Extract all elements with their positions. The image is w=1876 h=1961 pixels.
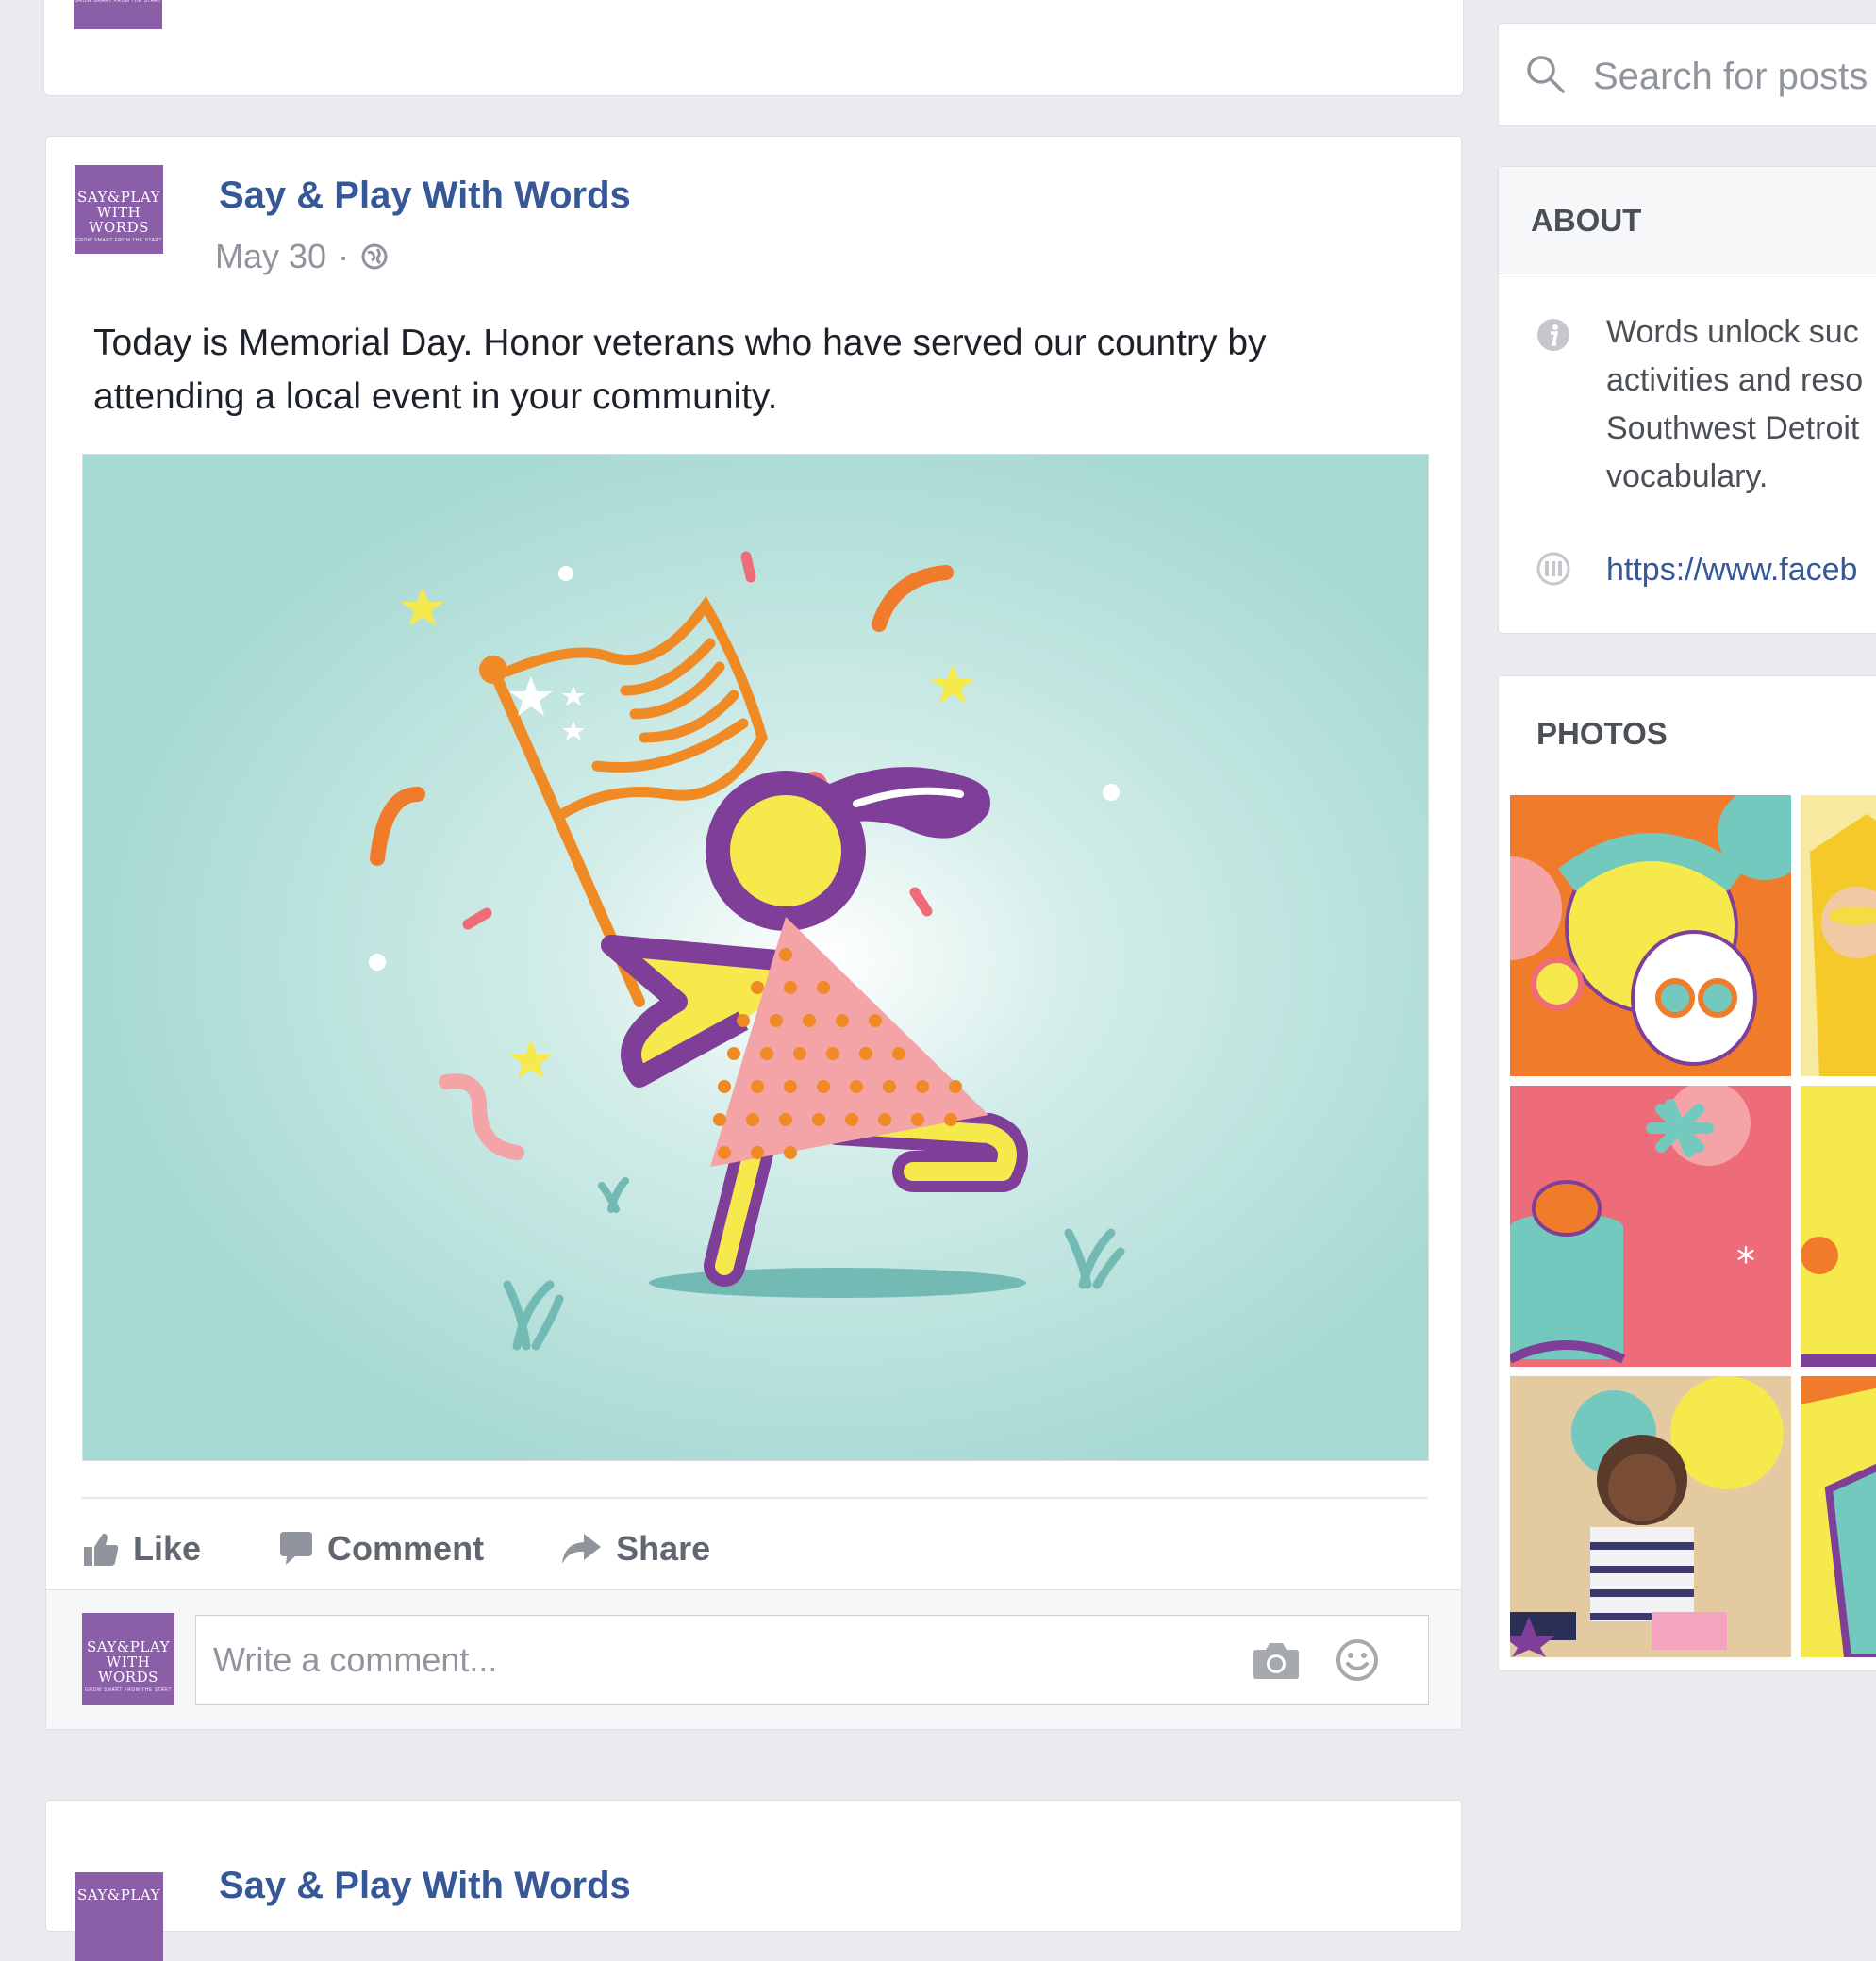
about-line: vocabulary. xyxy=(1606,458,1768,494)
about-section: ABOUT Words unlock suc activities and re… xyxy=(1498,166,1876,634)
book-illustration xyxy=(1801,1388,1876,1657)
logo-tagline: GROW SMART FROM THE START xyxy=(84,1687,173,1693)
logo-line2: WITH WORDS xyxy=(89,204,149,236)
about-line: Southwest Detroit xyxy=(1606,410,1860,446)
page-name-link[interactable]: Say & Play With Words xyxy=(219,174,631,217)
page-avatar[interactable]: SAY&PLAY xyxy=(75,1872,163,1961)
post-text: Today is Memorial Day. Honor veterans wh… xyxy=(93,316,1433,424)
comment-input[interactable]: Write a comment... xyxy=(195,1615,1429,1705)
child-phone-photo xyxy=(1510,1376,1791,1657)
logo-tagline: GROW SMART FROM THE START xyxy=(75,238,163,243)
post-text-line: attending a local event in your communit… xyxy=(93,376,778,417)
info-icon xyxy=(1537,319,1569,351)
share-button[interactable]: Share xyxy=(559,1529,710,1569)
logo-line1: SAY&PLAY xyxy=(87,1638,170,1655)
post-date[interactable]: May 30 xyxy=(215,237,326,276)
logo-tagline: GROW SMART FROM THE START xyxy=(74,0,162,4)
about-line: activities and reso xyxy=(1606,362,1864,398)
logo-line2: WITH WORDS xyxy=(98,1654,158,1686)
commenter-avatar[interactable]: SAY&PLAY WITH WORDS GROW SMART FROM THE … xyxy=(82,1613,174,1705)
share-arrow-icon xyxy=(562,1534,602,1564)
photo-thumbnail[interactable] xyxy=(1801,1086,1876,1367)
share-label: Share xyxy=(616,1529,711,1568)
like-button[interactable]: Like xyxy=(82,1529,201,1569)
post-card: SAY&PLAY WITH WORDS GROW SMART FROM THE … xyxy=(45,136,1462,1730)
svg-text:*: * xyxy=(1736,1240,1755,1284)
photo-thumbnail[interactable]: * xyxy=(1510,1086,1791,1367)
website-link[interactable]: https://www.faceb xyxy=(1606,552,1857,589)
next-post-card: SAY&PLAY Say & Play With Words xyxy=(45,1800,1462,1961)
post-text-line: Today is Memorial Day. Honor veterans wh… xyxy=(93,323,1267,363)
post-meta: May 30 · xyxy=(215,237,389,276)
comment-label: Comment xyxy=(327,1529,485,1568)
thumbs-up-icon xyxy=(84,1533,119,1566)
comment-button[interactable]: Comment xyxy=(276,1529,484,1569)
camera-icon[interactable] xyxy=(1253,1640,1300,1680)
photos-title[interactable]: PHOTOS xyxy=(1536,716,1668,752)
child-costume-photo xyxy=(1801,795,1876,1076)
website-icon xyxy=(1536,552,1570,586)
like-label: Like xyxy=(133,1529,202,1568)
photo-thumbnail[interactable] xyxy=(1801,1376,1876,1657)
photos-header: PHOTOS xyxy=(1499,676,1876,784)
search-input[interactable]: Search for posts xyxy=(1593,56,1868,98)
logo-line1: SAY&PLAY xyxy=(77,1886,160,1903)
post-actions: Like Comment Share xyxy=(82,1516,786,1582)
comment-bubble-icon xyxy=(280,1532,313,1565)
about-title: ABOUT xyxy=(1531,203,1642,238)
photo-thumbnail[interactable] xyxy=(1801,795,1876,1076)
about-line: Words unlock suc xyxy=(1606,314,1859,350)
page-name-link[interactable]: Say & Play With Words xyxy=(219,1865,631,1907)
action-divider xyxy=(82,1497,1427,1499)
logo-line1: SAY&PLAY xyxy=(77,189,160,206)
comment-placeholder: Write a comment... xyxy=(213,1640,498,1679)
meta-separator: · xyxy=(338,237,350,275)
photo-thumbnail[interactable] xyxy=(1510,1376,1791,1657)
search-box[interactable]: Search for posts xyxy=(1498,23,1876,126)
globe-icon[interactable] xyxy=(360,242,389,271)
girl-with-flag-illustration xyxy=(83,455,1428,1460)
sugar-skull-illustration xyxy=(1510,795,1791,1066)
photo-thumbnail[interactable] xyxy=(1510,795,1791,1076)
abstract-illustration xyxy=(1801,1237,1876,1367)
page-logo[interactable]: GROW SMART FROM THE START xyxy=(74,0,162,29)
about-header: ABOUT xyxy=(1499,167,1876,274)
page-avatar[interactable]: SAY&PLAY WITH WORDS GROW SMART FROM THE … xyxy=(75,165,163,254)
pumpkin-table-illustration: * xyxy=(1510,1086,1755,1364)
emoji-icon[interactable] xyxy=(1336,1638,1379,1682)
photos-section: PHOTOS * xyxy=(1498,675,1876,1671)
about-description: Words unlock suc activities and reso Sou… xyxy=(1606,308,1863,501)
previous-post-card: GROW SMART FROM THE START xyxy=(43,0,1464,96)
search-icon xyxy=(1527,56,1565,93)
comment-composer: SAY&PLAY WITH WORDS GROW SMART FROM THE … xyxy=(46,1589,1461,1729)
post-image[interactable] xyxy=(82,454,1429,1461)
